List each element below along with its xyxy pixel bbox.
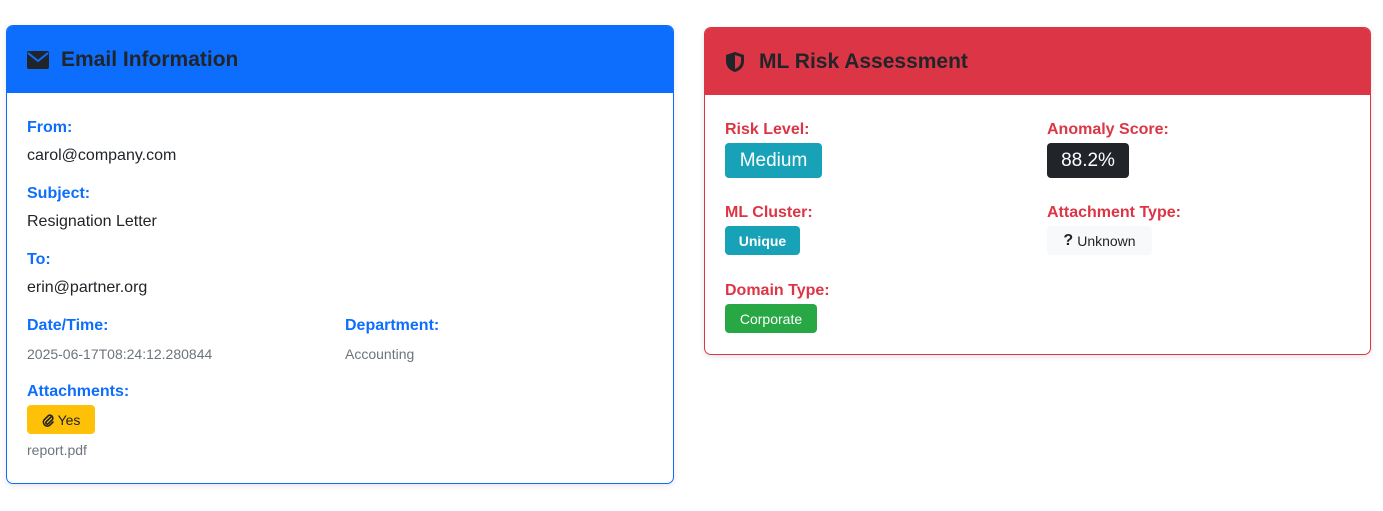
email-information-header: Email Information: [7, 26, 673, 93]
ml-risk-assessment-title: ML Risk Assessment: [759, 49, 968, 73]
attachments-label: Attachments:: [27, 383, 130, 400]
question-icon: ?: [1063, 231, 1074, 249]
from-value: carol@company.com: [27, 147, 177, 164]
to-label: To:: [27, 251, 51, 268]
anomaly-score-badge: 88.2%: [1047, 143, 1129, 178]
ml-cluster-label: ML Cluster:: [725, 204, 813, 221]
email-information-title: Email Information: [61, 47, 239, 71]
ml-risk-assessment-card: ML Risk Assessment Risk Level: Medium An…: [704, 27, 1371, 355]
risk-level-label: Risk Level:: [725, 121, 810, 138]
ml-cluster-badge: Unique: [725, 226, 800, 255]
subject-label: Subject:: [27, 185, 91, 202]
ml-risk-assessment-header: ML Risk Assessment: [705, 28, 1370, 95]
attachment-type-label: Attachment Type:: [1047, 204, 1181, 221]
paperclip-icon: [42, 413, 54, 427]
domain-type-label: Domain Type:: [725, 282, 830, 299]
shield-icon: [725, 51, 747, 73]
email-information-card: Email Information From: carol@company.co…: [6, 25, 674, 484]
datetime-label: Date/Time:: [27, 317, 109, 334]
attachment-type-value: Unknown: [1077, 232, 1136, 249]
risk-level-badge: Medium: [725, 143, 822, 178]
attachments-badge-label: Yes: [57, 411, 81, 428]
department-value: Accounting: [345, 346, 415, 362]
envelope-icon: [27, 49, 49, 71]
anomaly-score-label: Anomaly Score:: [1047, 121, 1169, 138]
attachment-file: report.pdf: [27, 442, 87, 458]
from-label: From:: [27, 119, 73, 136]
datetime-value: 2025-06-17T08:24:12.280844: [27, 346, 213, 362]
attachments-badge: Yes: [27, 405, 95, 434]
domain-type-badge: Corporate: [725, 304, 817, 333]
attachment-type-badge: ? Unknown: [1047, 226, 1152, 255]
to-value: erin@partner.org: [27, 279, 148, 296]
department-label: Department:: [345, 317, 440, 334]
subject-value: Resignation Letter: [27, 213, 157, 230]
